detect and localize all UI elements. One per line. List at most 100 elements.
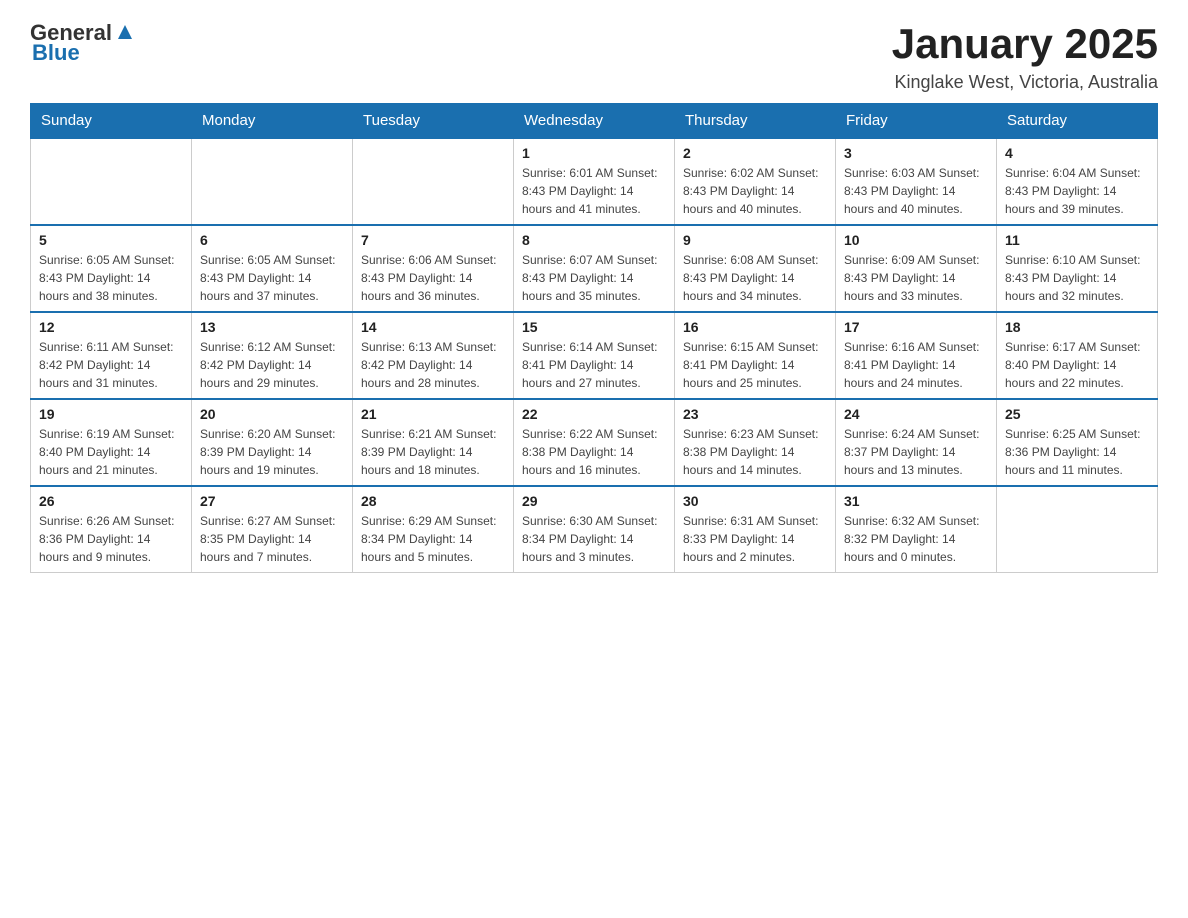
day-number: 31 [844, 493, 988, 509]
day-number: 15 [522, 319, 666, 335]
calendar-week-row: 26Sunrise: 6:26 AM Sunset: 8:36 PM Dayli… [31, 486, 1158, 573]
calendar-day-header: Thursday [675, 104, 836, 139]
day-info: Sunrise: 6:11 AM Sunset: 8:42 PM Dayligh… [39, 338, 183, 392]
calendar-cell: 27 Sunrise: 6:27 AM Sunset: 8:35 PM Dayli… [192, 486, 353, 573]
calendar-cell: 13 Sunrise: 6:12 AM Sunset: 8:42 PM Dayli… [192, 312, 353, 399]
day-info: Sunrise: 6:05 AM Sunset: 8:43 PM Dayligh… [200, 251, 344, 305]
day-info: Sunrise: 6:12 AM Sunset: 8:42 PM Dayligh… [200, 338, 344, 392]
day-number: 21 [361, 406, 505, 422]
day-info: Sunrise: 6:01 AM Sunset: 8:43 PM Dayligh… [522, 164, 666, 218]
day-info: Sunrise: 6:13 AM Sunset: 8:42 PM Dayligh… [361, 338, 505, 392]
day-info: Sunrise: 6:30 AM Sunset: 8:34 PM Dayligh… [522, 512, 666, 566]
calendar-header: SundayMondayTuesdayWednesdayThursdayFrid… [31, 104, 1158, 139]
calendar-cell: 9Sunrise: 6:08 AM Sunset: 8:43 PM Daylig… [675, 225, 836, 312]
day-number: 13 [200, 319, 344, 335]
day-number: 25 [1005, 406, 1149, 422]
calendar-cell: 24Sunrise: 6:24 AM Sunset: 8:37 PM Dayli… [836, 399, 997, 486]
calendar-cell: 21 Sunrise: 6:21 AM Sunset: 8:39 PM Dayli… [353, 399, 514, 486]
day-number: 18 [1005, 319, 1149, 335]
day-number: 27 [200, 493, 344, 509]
day-number: 3 [844, 145, 988, 161]
calendar-day-header: Wednesday [514, 104, 675, 139]
day-info: Sunrise: 6:21 AM Sunset: 8:39 PM Dayligh… [361, 425, 505, 479]
calendar-day-header: Saturday [997, 104, 1158, 139]
day-number: 19 [39, 406, 183, 422]
calendar-cell: 17Sunrise: 6:16 AM Sunset: 8:41 PM Dayli… [836, 312, 997, 399]
day-number: 23 [683, 406, 827, 422]
calendar-cell: 6 Sunrise: 6:05 AM Sunset: 8:43 PM Daylig… [192, 225, 353, 312]
calendar-cell: 5Sunrise: 6:05 AM Sunset: 8:43 PM Daylig… [31, 225, 192, 312]
day-info: Sunrise: 6:05 AM Sunset: 8:43 PM Dayligh… [39, 251, 183, 305]
calendar-cell: 23 Sunrise: 6:23 AM Sunset: 8:38 PM Dayli… [675, 399, 836, 486]
day-number: 20 [200, 406, 344, 422]
day-info: Sunrise: 6:10 AM Sunset: 8:43 PM Dayligh… [1005, 251, 1149, 305]
calendar-cell: 7Sunrise: 6:06 AM Sunset: 8:43 PM Daylig… [353, 225, 514, 312]
calendar-cell: 2 Sunrise: 6:02 AM Sunset: 8:43 PM Daylig… [675, 138, 836, 225]
calendar-cell [353, 138, 514, 225]
day-info: Sunrise: 6:31 AM Sunset: 8:33 PM Dayligh… [683, 512, 827, 566]
day-info: Sunrise: 6:02 AM Sunset: 8:43 PM Dayligh… [683, 164, 827, 218]
day-number: 8 [522, 232, 666, 248]
day-info: Sunrise: 6:07 AM Sunset: 8:43 PM Dayligh… [522, 251, 666, 305]
day-info: Sunrise: 6:24 AM Sunset: 8:37 PM Dayligh… [844, 425, 988, 479]
calendar-cell: 10Sunrise: 6:09 AM Sunset: 8:43 PM Dayli… [836, 225, 997, 312]
calendar-day-header: Sunday [31, 104, 192, 139]
page-title: January 2025 [892, 20, 1158, 68]
day-number: 14 [361, 319, 505, 335]
calendar-cell: 28Sunrise: 6:29 AM Sunset: 8:34 PM Dayli… [353, 486, 514, 573]
calendar-week-row: 12 Sunrise: 6:11 AM Sunset: 8:42 PM Dayli… [31, 312, 1158, 399]
calendar-cell [192, 138, 353, 225]
calendar-day-header: Friday [836, 104, 997, 139]
calendar-cell: 11Sunrise: 6:10 AM Sunset: 8:43 PM Dayli… [997, 225, 1158, 312]
calendar-cell: 15 Sunrise: 6:14 AM Sunset: 8:41 PM Dayli… [514, 312, 675, 399]
calendar-cell: 1 Sunrise: 6:01 AM Sunset: 8:43 PM Daylig… [514, 138, 675, 225]
calendar-cell: 25 Sunrise: 6:25 AM Sunset: 8:36 PM Dayli… [997, 399, 1158, 486]
calendar-week-row: 5Sunrise: 6:05 AM Sunset: 8:43 PM Daylig… [31, 225, 1158, 312]
calendar-cell: 8 Sunrise: 6:07 AM Sunset: 8:43 PM Daylig… [514, 225, 675, 312]
day-info: Sunrise: 6:17 AM Sunset: 8:40 PM Dayligh… [1005, 338, 1149, 392]
calendar-cell: 4 Sunrise: 6:04 AM Sunset: 8:43 PM Daylig… [997, 138, 1158, 225]
calendar-cell: 29 Sunrise: 6:30 AM Sunset: 8:34 PM Dayli… [514, 486, 675, 573]
logo: General Blue [30, 20, 136, 66]
day-info: Sunrise: 6:19 AM Sunset: 8:40 PM Dayligh… [39, 425, 183, 479]
logo-blue-text: Blue [32, 40, 80, 66]
calendar-week-row: 19 Sunrise: 6:19 AM Sunset: 8:40 PM Dayli… [31, 399, 1158, 486]
calendar-cell: 26Sunrise: 6:26 AM Sunset: 8:36 PM Dayli… [31, 486, 192, 573]
calendar-cell: 16 Sunrise: 6:15 AM Sunset: 8:41 PM Dayli… [675, 312, 836, 399]
calendar-cell: 3 Sunrise: 6:03 AM Sunset: 8:43 PM Daylig… [836, 138, 997, 225]
day-number: 1 [522, 145, 666, 161]
calendar-cell [31, 138, 192, 225]
day-number: 16 [683, 319, 827, 335]
calendar-cell: 20 Sunrise: 6:20 AM Sunset: 8:39 PM Dayli… [192, 399, 353, 486]
day-number: 30 [683, 493, 827, 509]
day-info: Sunrise: 6:16 AM Sunset: 8:41 PM Dayligh… [844, 338, 988, 392]
calendar-cell: 14 Sunrise: 6:13 AM Sunset: 8:42 PM Dayli… [353, 312, 514, 399]
day-number: 6 [200, 232, 344, 248]
calendar-header-row: SundayMondayTuesdayWednesdayThursdayFrid… [31, 104, 1158, 139]
day-info: Sunrise: 6:22 AM Sunset: 8:38 PM Dayligh… [522, 425, 666, 479]
calendar-cell: 12 Sunrise: 6:11 AM Sunset: 8:42 PM Dayli… [31, 312, 192, 399]
day-number: 2 [683, 145, 827, 161]
day-info: Sunrise: 6:04 AM Sunset: 8:43 PM Dayligh… [1005, 164, 1149, 218]
day-info: Sunrise: 6:09 AM Sunset: 8:43 PM Dayligh… [844, 251, 988, 305]
day-number: 29 [522, 493, 666, 509]
day-info: Sunrise: 6:03 AM Sunset: 8:43 PM Dayligh… [844, 164, 988, 218]
calendar-cell: 22Sunrise: 6:22 AM Sunset: 8:38 PM Dayli… [514, 399, 675, 486]
day-number: 12 [39, 319, 183, 335]
day-number: 4 [1005, 145, 1149, 161]
day-info: Sunrise: 6:20 AM Sunset: 8:39 PM Dayligh… [200, 425, 344, 479]
day-info: Sunrise: 6:23 AM Sunset: 8:38 PM Dayligh… [683, 425, 827, 479]
day-info: Sunrise: 6:32 AM Sunset: 8:32 PM Dayligh… [844, 512, 988, 566]
calendar-cell [997, 486, 1158, 573]
logo-triangle-icon [114, 21, 136, 43]
day-info: Sunrise: 6:08 AM Sunset: 8:43 PM Dayligh… [683, 251, 827, 305]
day-info: Sunrise: 6:25 AM Sunset: 8:36 PM Dayligh… [1005, 425, 1149, 479]
calendar-table: SundayMondayTuesdayWednesdayThursdayFrid… [30, 103, 1158, 573]
calendar-cell: 31 Sunrise: 6:32 AM Sunset: 8:32 PM Dayli… [836, 486, 997, 573]
calendar-body: 1 Sunrise: 6:01 AM Sunset: 8:43 PM Daylig… [31, 138, 1158, 573]
day-number: 7 [361, 232, 505, 248]
day-info: Sunrise: 6:27 AM Sunset: 8:35 PM Dayligh… [200, 512, 344, 566]
day-info: Sunrise: 6:14 AM Sunset: 8:41 PM Dayligh… [522, 338, 666, 392]
calendar-cell: 30 Sunrise: 6:31 AM Sunset: 8:33 PM Dayli… [675, 486, 836, 573]
day-info: Sunrise: 6:15 AM Sunset: 8:41 PM Dayligh… [683, 338, 827, 392]
